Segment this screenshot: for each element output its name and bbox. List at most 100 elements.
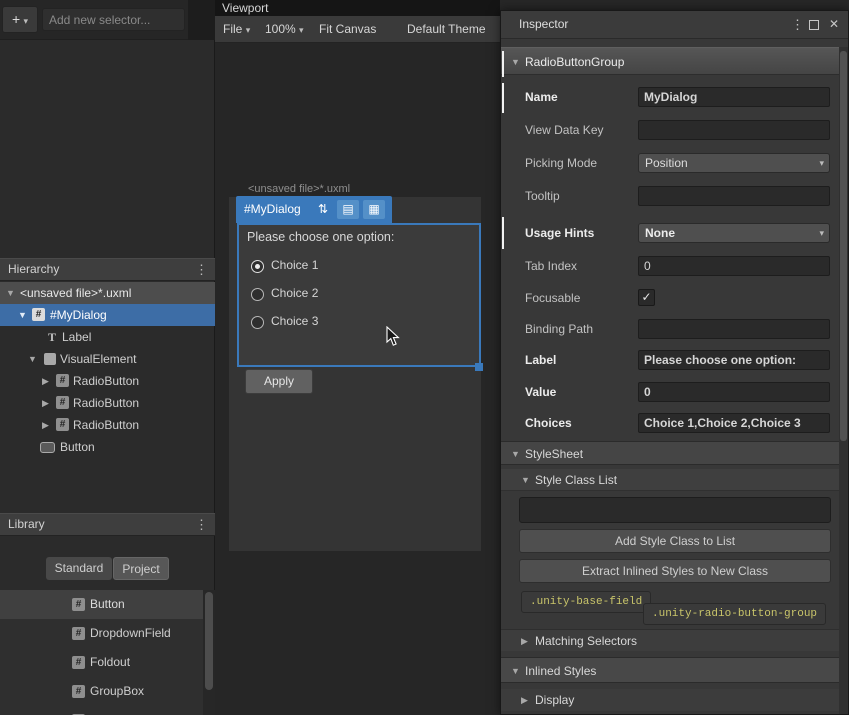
inspector-menu-icon[interactable]: ⋮ xyxy=(791,17,804,33)
tree-item-label-element[interactable]: T Label xyxy=(0,326,215,348)
label-field[interactable] xyxy=(638,350,830,370)
binding-path-field[interactable] xyxy=(638,319,830,339)
foldout-open-icon[interactable]: ▼ xyxy=(6,282,15,304)
panel-rows-icon[interactable]: ▦ xyxy=(363,200,385,219)
uxml-element-icon: # xyxy=(72,685,85,698)
foldout-closed-icon[interactable]: ▶ xyxy=(42,370,49,392)
tooltip-field[interactable] xyxy=(638,186,830,206)
arrows-icon[interactable]: ⇅ xyxy=(314,200,332,219)
foldout-closed-icon: ▶ xyxy=(521,630,528,652)
selection-header-tab[interactable]: #MyDialog ⇅ ▤ ▦ xyxy=(236,196,392,223)
library-item-groupbox[interactable]: # GroupBox xyxy=(0,677,203,706)
radio-icon[interactable] xyxy=(251,316,264,329)
theme-dropdown[interactable]: Default Theme xyxy=(401,19,492,40)
add-selector-input[interactable] xyxy=(42,8,185,31)
add-style-class-button[interactable]: Add Style Class to List xyxy=(519,529,831,553)
inspector-scrollbar[interactable] xyxy=(839,47,848,714)
library-scrollbar-thumb[interactable] xyxy=(205,592,213,690)
matching-selectors-foldout[interactable]: ▶ Matching Selectors xyxy=(501,629,848,651)
library-tab-project[interactable]: Project xyxy=(113,557,169,580)
tree-item-uxml-root[interactable]: ▼ <unsaved file>*.uxml xyxy=(0,282,215,304)
radio-option-3[interactable]: Choice 3 xyxy=(239,313,479,335)
style-class-input[interactable] xyxy=(519,497,831,523)
focusable-checkbox[interactable]: ✓ xyxy=(638,289,655,306)
tab-index-field[interactable] xyxy=(638,256,830,276)
extract-inlined-styles-button[interactable]: Extract Inlined Styles to New Class xyxy=(519,559,831,583)
radio-option-1[interactable]: Choice 1 xyxy=(239,257,479,279)
file-menu-label: File xyxy=(223,22,242,36)
file-menu-button[interactable]: File ▾ xyxy=(217,19,256,40)
selection-resize-handle[interactable] xyxy=(475,363,483,371)
tree-item-button[interactable]: Button xyxy=(0,436,215,458)
inlined-styles-foldout[interactable]: ▼ Inlined Styles xyxy=(501,657,848,683)
tree-item-radiobutton-3[interactable]: ▶ # RadioButton xyxy=(0,414,215,436)
apply-button[interactable]: Apply xyxy=(245,369,313,394)
dropdown-arrow-icon: ▾ xyxy=(246,25,251,35)
field-row-focusable: Focusable ✓ xyxy=(501,288,848,314)
field-label: Tooltip xyxy=(525,186,560,206)
field-label: Picking Mode xyxy=(525,153,597,173)
field-label: View Data Key xyxy=(525,120,604,140)
style-class-pill[interactable]: .unity-radio-button-group xyxy=(643,603,826,625)
radio-selected-icon[interactable] xyxy=(251,260,264,273)
button-element-icon xyxy=(40,442,55,453)
maximize-icon[interactable] xyxy=(809,20,819,30)
foldout-open-icon[interactable]: ▼ xyxy=(28,348,37,370)
close-icon[interactable]: ✕ xyxy=(829,17,839,31)
library-item-label: HelpBox xyxy=(90,706,135,715)
foldout-open-icon[interactable]: ▼ xyxy=(18,304,27,326)
stylesheet-foldout[interactable]: ▼ StyleSheet xyxy=(501,441,848,465)
inspector-title: Inspector xyxy=(519,17,568,31)
component-foldout[interactable]: ▼ RadioButtonGroup xyxy=(501,47,848,75)
library-item-foldout[interactable]: # Foldout xyxy=(0,648,203,677)
library-item-button[interactable]: # Button xyxy=(0,590,203,619)
radio-option-2[interactable]: Choice 2 xyxy=(239,285,479,307)
radio-icon[interactable] xyxy=(251,288,264,301)
inspector-window: Inspector ⋮ ✕ ▼ RadioButtonGroup Name Vi… xyxy=(500,10,849,715)
field-row-value: Value xyxy=(501,382,848,408)
uxml-element-icon: # xyxy=(32,308,45,321)
panel-grid-icon[interactable]: ▤ xyxy=(337,200,359,219)
style-class-list-foldout[interactable]: ▼ Style Class List xyxy=(501,469,848,491)
tree-item-radiobutton-2[interactable]: ▶ # RadioButton xyxy=(0,392,215,414)
library-item-label: DropdownField xyxy=(90,619,171,648)
usage-hints-dropdown[interactable]: None ▾ xyxy=(638,223,830,243)
dropdown-arrow-icon: ▾ xyxy=(819,154,824,172)
picking-mode-dropdown[interactable]: Position ▾ xyxy=(638,153,830,173)
name-field[interactable] xyxy=(638,87,830,107)
display-foldout[interactable]: ▶ Display xyxy=(501,689,848,711)
foldout-closed-icon[interactable]: ▶ xyxy=(42,414,49,436)
library-menu-icon[interactable]: ⋮ xyxy=(195,514,208,535)
viewport-tab[interactable]: Viewport xyxy=(222,1,268,15)
field-row-label: Label xyxy=(501,350,848,376)
field-row-name: Name xyxy=(501,87,848,113)
library-tab-standard[interactable]: Standard xyxy=(46,557,112,580)
uxml-element-icon: # xyxy=(72,598,85,611)
field-row-tooltip: Tooltip xyxy=(501,186,848,212)
view-data-key-field[interactable] xyxy=(638,120,830,140)
tree-item-radiobutton-1[interactable]: ▶ # RadioButton xyxy=(0,370,215,392)
uxml-element-icon: # xyxy=(56,374,69,387)
library-scrollbar[interactable] xyxy=(203,590,215,715)
foldout-closed-icon[interactable]: ▶ xyxy=(42,392,49,414)
hierarchy-menu-icon[interactable]: ⋮ xyxy=(195,259,208,280)
dropdown-arrow-icon: ▾ xyxy=(24,16,29,26)
inspector-scrollbar-thumb[interactable] xyxy=(840,51,847,441)
display-title: Display xyxy=(535,689,574,711)
library-item-helpbox[interactable]: # HelpBox xyxy=(0,706,203,715)
viewport-tab-strip: Viewport xyxy=(215,0,500,16)
zoom-dropdown[interactable]: 100% ▾ xyxy=(259,19,310,40)
tree-item-mydialog[interactable]: ▼ # #MyDialog xyxy=(0,304,215,326)
library-item-dropdownfield[interactable]: # DropdownField xyxy=(0,619,203,648)
add-selector-menu-button[interactable]: + ▾ xyxy=(2,6,38,33)
value-field[interactable] xyxy=(638,382,830,402)
fit-canvas-button[interactable]: Fit Canvas xyxy=(313,19,382,40)
matching-selectors-title: Matching Selectors xyxy=(535,630,637,652)
radiobuttongroup-element[interactable]: Please choose one option: Choice 1 Choic… xyxy=(237,223,481,367)
field-label: Tab Index xyxy=(525,256,577,276)
style-class-pill[interactable]: .unity-base-field xyxy=(521,591,651,613)
choices-field[interactable] xyxy=(638,413,830,433)
uxml-element-icon: # xyxy=(72,656,85,669)
tree-item-visualelement[interactable]: ▼ VisualElement xyxy=(0,348,215,370)
field-label: Label xyxy=(525,350,556,370)
